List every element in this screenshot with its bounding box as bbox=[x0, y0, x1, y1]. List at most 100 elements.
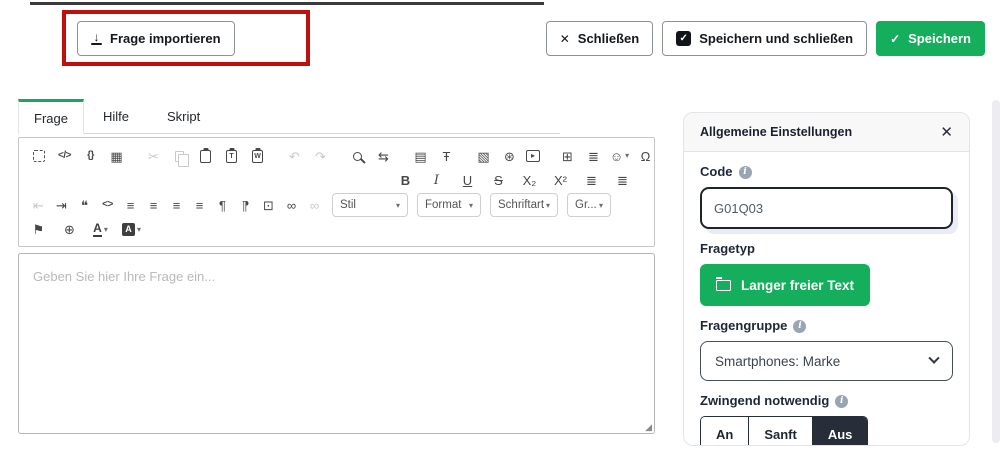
question-editor-page: ↓ Frage importieren ✕ Schließen ✓ Speich… bbox=[0, 0, 1000, 458]
align-justify-icon[interactable]: ≡ bbox=[190, 195, 209, 215]
italic-icon[interactable]: I bbox=[427, 171, 446, 191]
find-icon[interactable] bbox=[348, 146, 367, 166]
remove-format-icon[interactable]: Ŧ bbox=[437, 146, 456, 166]
source-icon[interactable]: </> bbox=[55, 146, 74, 166]
style-dropdown[interactable]: Stil ▾ bbox=[332, 193, 408, 218]
templates-icon[interactable]: {} bbox=[81, 146, 100, 166]
mandatory-option-aus[interactable]: Aus bbox=[811, 417, 868, 445]
panel-title: Allgemeine Einstellungen bbox=[700, 125, 853, 139]
size-dropdown[interactable]: Gr... ▾ bbox=[567, 193, 611, 218]
language-icon[interactable]: ⊕ bbox=[60, 220, 79, 240]
horizontal-rule-icon[interactable]: ≣ bbox=[584, 146, 603, 166]
mandatory-option-sanft[interactable]: Sanft bbox=[748, 417, 812, 445]
bidi-rtl-icon[interactable]: ¶ bbox=[236, 195, 255, 215]
top-border-line bbox=[30, 2, 544, 5]
font-dropdown[interactable]: Schriftart ▾ bbox=[490, 193, 558, 218]
scrollbar-track[interactable] bbox=[992, 100, 1000, 443]
superscript-icon[interactable]: X² bbox=[551, 171, 570, 191]
toolbar-row-4: ⚑ ⊕ A ▾ A ▾ bbox=[29, 218, 646, 242]
undo-icon[interactable]: ↶ bbox=[285, 146, 304, 166]
paste-icon[interactable] bbox=[196, 146, 215, 166]
close-button[interactable]: ✕ Schließen bbox=[545, 21, 654, 56]
redo-icon[interactable]: ↷ bbox=[311, 146, 330, 166]
tab-frage[interactable]: Frage bbox=[18, 99, 84, 134]
save-button-label: Speichern bbox=[908, 31, 971, 46]
import-button-label: Frage importieren bbox=[110, 31, 221, 46]
editor-tabs: Frage Hilfe Skript bbox=[18, 99, 560, 134]
show-blocks-icon[interactable]: ▦ bbox=[107, 146, 126, 166]
tab-hilfe-label: Hilfe bbox=[102, 109, 129, 124]
code-label: Code bbox=[700, 164, 733, 179]
question-type-value: Langer freier Text bbox=[741, 277, 855, 293]
replace-icon[interactable]: ⇆ bbox=[374, 146, 393, 166]
document-icon[interactable]: ▤ bbox=[411, 146, 430, 166]
media-embed-icon[interactable]: ▸ bbox=[526, 150, 540, 162]
indent-icon[interactable]: ⇥ bbox=[52, 195, 71, 215]
unlink-icon[interactable]: ∞ bbox=[305, 195, 324, 215]
background-color-icon[interactable]: A ▾ bbox=[122, 220, 141, 240]
richtext-toolbar: </>{} ▦ ✂ T W ↶ ↷ ⇆ ▤ Ŧ ▧ ⊛ ▸ ⊞ ≣ ☺ ▾ Ω B I U S X₂ X² ≣ ≣ Stil ▾ F… bbox=[18, 137, 655, 247]
question-type-label: Fragetyp bbox=[700, 241, 755, 256]
tab-skript[interactable]: Skript bbox=[148, 100, 219, 133]
question-type-button[interactable]: Langer freier Text bbox=[700, 264, 871, 306]
info-icon[interactable]: i bbox=[738, 165, 752, 179]
mandatory-label-row: Zwingend notwendig i bbox=[700, 393, 953, 409]
checkbox-icon: ✓ bbox=[676, 31, 692, 46]
table-icon[interactable]: ⊞ bbox=[558, 146, 577, 166]
tab-hilfe[interactable]: Hilfe bbox=[84, 100, 148, 133]
outdent-icon[interactable]: ⇤ bbox=[29, 195, 48, 215]
bulleted-list-icon[interactable]: ≣ bbox=[613, 171, 632, 191]
numbered-list-icon[interactable]: ≣ bbox=[582, 171, 601, 191]
flag-icon[interactable]: ⚑ bbox=[29, 220, 48, 240]
image-icon[interactable]: ▧ bbox=[474, 146, 493, 166]
info-icon[interactable]: i bbox=[793, 319, 807, 333]
special-character-icon[interactable]: Ω bbox=[636, 146, 655, 166]
text-color-icon[interactable]: A ▾ bbox=[91, 220, 110, 240]
mandatory-toggle-group: An Sanft Aus bbox=[700, 416, 869, 445]
bidi-ltr-icon[interactable]: ¶ bbox=[213, 195, 232, 215]
save-button[interactable]: ✓ Speichern bbox=[876, 21, 985, 56]
copy-icon[interactable] bbox=[170, 146, 189, 167]
smiley-icon[interactable]: ☺ ▾ bbox=[610, 146, 629, 166]
paste-word-icon[interactable]: W bbox=[248, 146, 267, 166]
size-dropdown-label: Gr... bbox=[575, 199, 597, 212]
cut-icon[interactable]: ✂ bbox=[144, 146, 163, 166]
mandatory-option-an[interactable]: An bbox=[701, 417, 749, 445]
align-right-icon[interactable]: ≡ bbox=[167, 195, 186, 215]
div-container-icon[interactable]: <> bbox=[98, 195, 117, 215]
chevron-down-icon: ▾ bbox=[395, 200, 400, 210]
chevron-down-icon: ▾ bbox=[598, 200, 603, 210]
action-buttons: ✕ Schließen ✓ Speichern und schließen ✓ … bbox=[545, 21, 985, 56]
info-icon[interactable]: i bbox=[835, 394, 849, 408]
maximize-icon[interactable] bbox=[29, 146, 48, 166]
subscript-icon[interactable]: X₂ bbox=[520, 171, 539, 191]
link-icon[interactable]: ∞ bbox=[282, 195, 301, 215]
paste-text-icon[interactable]: T bbox=[222, 146, 241, 166]
question-group-select[interactable]: Smartphones: Marke bbox=[700, 341, 953, 381]
code-input[interactable] bbox=[700, 187, 953, 229]
toolbar-row-1: </>{} ▦ ✂ T W ↶ ↷ ⇆ ▤ Ŧ ▧ ⊛ ▸ ⊞ ≣ ☺ ▾ Ω bbox=[29, 144, 650, 168]
format-dropdown-label: Format bbox=[425, 199, 462, 212]
check-icon: ✓ bbox=[890, 31, 901, 46]
import-question-button[interactable]: ↓ Frage importieren bbox=[77, 21, 235, 56]
format-dropdown[interactable]: Format ▾ bbox=[417, 193, 481, 218]
underline-icon[interactable]: U bbox=[458, 171, 477, 191]
bold-icon[interactable]: B bbox=[396, 171, 415, 191]
strikethrough-icon[interactable]: S bbox=[489, 171, 508, 191]
blockquote-icon[interactable]: ❝ bbox=[75, 195, 94, 215]
save-and-close-button[interactable]: ✓ Speichern und schließen bbox=[662, 21, 868, 56]
resize-handle-icon[interactable]: ◢ bbox=[645, 422, 652, 433]
question-group-label: Fragengruppe bbox=[700, 318, 788, 333]
question-group-label-row: Fragengruppe i bbox=[700, 318, 953, 334]
chevron-down-icon bbox=[928, 352, 940, 364]
close-button-label: Schließen bbox=[577, 31, 640, 46]
chevron-down-icon: ▾ bbox=[546, 200, 551, 210]
align-left-icon[interactable]: ≡ bbox=[121, 195, 140, 215]
flash-icon[interactable]: ⊛ bbox=[500, 146, 519, 166]
font-dropdown-label: Schriftart bbox=[498, 199, 545, 212]
iframe-icon[interactable]: ⊡ bbox=[259, 195, 278, 215]
question-text-editor[interactable]: Geben Sie hier Ihre Frage ein... ◢ bbox=[18, 253, 655, 434]
panel-close-icon[interactable]: ✕ bbox=[940, 123, 953, 141]
align-center-icon[interactable]: ≡ bbox=[144, 195, 163, 215]
import-icon: ↓ bbox=[91, 31, 102, 45]
